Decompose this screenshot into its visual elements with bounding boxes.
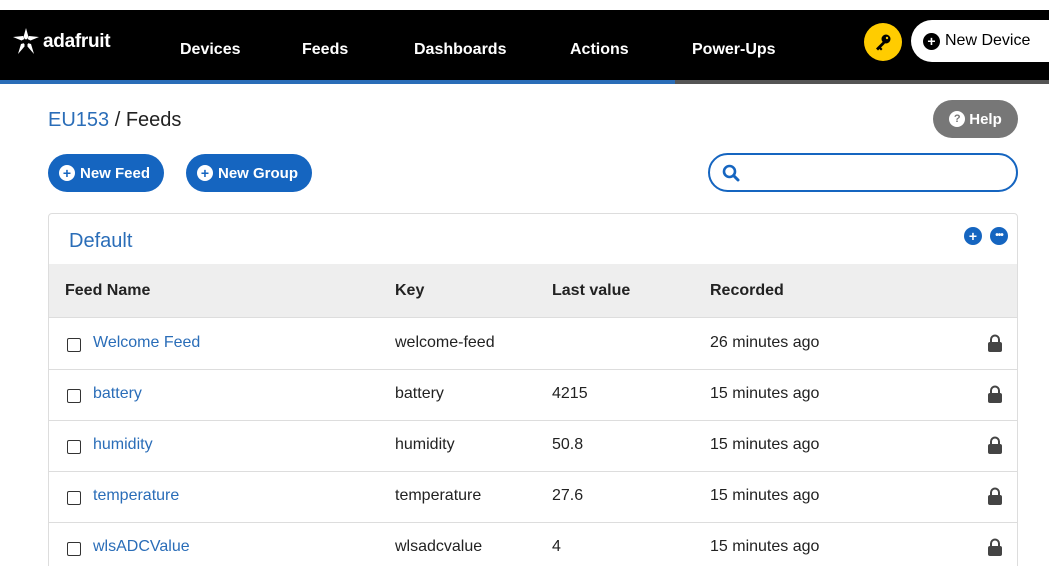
feed-key: wlsadcvalue — [395, 538, 483, 555]
breadcrumb-current-page: Feeds — [125, 109, 182, 131]
key-icon — [876, 34, 891, 51]
logo-text: adafruit — [43, 31, 111, 52]
search-icon — [722, 164, 740, 181]
feed-last-value: 50.8 — [552, 436, 584, 453]
new-device-label: New Device — [945, 32, 1031, 49]
feed-recorded: 15 minutes ago — [710, 538, 820, 555]
feed-name-link[interactable]: humidity — [93, 436, 153, 454]
breadcrumb-separator: / — [109, 109, 126, 131]
feed-key: humidity — [395, 436, 455, 453]
row-checkbox[interactable] — [67, 542, 81, 556]
plus-circle-icon: + — [197, 165, 213, 181]
help-button[interactable]: ? Help — [933, 100, 1018, 138]
feed-last-value: 4215 — [552, 385, 588, 402]
group-title[interactable]: Default — [69, 230, 132, 253]
nav-feeds[interactable]: Feeds — [302, 41, 348, 59]
feed-recorded: 15 minutes ago — [710, 436, 820, 453]
feed-group-panel: Default + ••• Feed Name Key Last value R… — [48, 213, 1018, 566]
row-checkbox[interactable] — [67, 491, 81, 505]
search-input[interactable] — [748, 164, 1016, 181]
row-checkbox[interactable] — [67, 389, 81, 403]
feed-recorded: 15 minutes ago — [710, 385, 820, 402]
table-row: temperature temperature 27.6 15 minutes … — [49, 472, 1017, 523]
lock-icon[interactable] — [987, 538, 1003, 556]
lock-icon[interactable] — [987, 487, 1003, 505]
column-header-last-value[interactable]: Last value — [552, 282, 630, 300]
new-device-button[interactable]: + New Device — [911, 20, 1049, 62]
adafruit-flower-icon — [13, 28, 39, 54]
feed-key: welcome-feed — [395, 334, 495, 351]
table-row: Welcome Feed welcome-feed 26 minutes ago — [49, 319, 1017, 370]
question-circle-icon: ? — [949, 111, 966, 127]
feed-key: temperature — [395, 487, 482, 504]
feed-name-link[interactable]: temperature — [93, 487, 179, 505]
feed-name-link[interactable]: battery — [93, 385, 142, 403]
new-group-label: New Group — [218, 164, 299, 182]
table-header: Feed Name Key Last value Recorded — [49, 264, 1017, 318]
table-row: battery battery 4215 15 minutes ago — [49, 370, 1017, 421]
breadcrumb: EU153 / Feeds — [48, 109, 181, 132]
column-header-feed-name[interactable]: Feed Name — [65, 282, 150, 300]
lock-icon[interactable] — [987, 334, 1003, 352]
nav-dashboards[interactable]: Dashboards — [414, 41, 506, 59]
feed-name-link[interactable]: wlsADCValue — [93, 538, 190, 556]
search-box — [708, 153, 1018, 192]
nav-devices[interactable]: Devices — [180, 41, 241, 59]
column-header-key[interactable]: Key — [395, 282, 424, 300]
key-button[interactable] — [864, 23, 902, 61]
lock-icon[interactable] — [987, 385, 1003, 403]
nav-power-ups[interactable]: Power-Ups — [692, 41, 776, 59]
group-actions: + ••• — [964, 227, 1008, 245]
feed-last-value: 4 — [552, 538, 561, 555]
adafruit-logo[interactable]: adafruit — [10, 20, 111, 64]
column-header-recorded[interactable]: Recorded — [710, 282, 784, 300]
plus-circle-icon: + — [59, 165, 75, 181]
plus-circle-icon: + — [923, 32, 940, 50]
feed-last-value: 27.6 — [552, 487, 584, 504]
more-options-icon[interactable]: ••• — [990, 227, 1008, 245]
table-row: humidity humidity 50.8 15 minutes ago — [49, 421, 1017, 472]
feed-recorded: 15 minutes ago — [710, 487, 820, 504]
breadcrumb-user-link[interactable]: EU153 — [48, 109, 109, 131]
feed-name-link[interactable]: Welcome Feed — [93, 334, 200, 352]
new-feed-label: New Feed — [80, 164, 151, 182]
new-feed-button[interactable]: + New Feed — [48, 154, 165, 192]
add-feed-to-group-icon[interactable]: + — [964, 227, 982, 245]
new-group-button[interactable]: + New Group — [186, 154, 313, 192]
help-label: Help — [969, 110, 1002, 128]
feed-recorded: 26 minutes ago — [710, 334, 820, 351]
feed-key: battery — [395, 385, 444, 402]
row-checkbox[interactable] — [67, 338, 81, 352]
lock-icon[interactable] — [987, 436, 1003, 454]
navbar-accent-stripe — [0, 80, 1049, 84]
row-checkbox[interactable] — [67, 440, 81, 454]
nav-actions[interactable]: Actions — [570, 41, 629, 59]
table-row: wlsADCValue wlsadcvalue 4 15 minutes ago — [49, 523, 1017, 566]
